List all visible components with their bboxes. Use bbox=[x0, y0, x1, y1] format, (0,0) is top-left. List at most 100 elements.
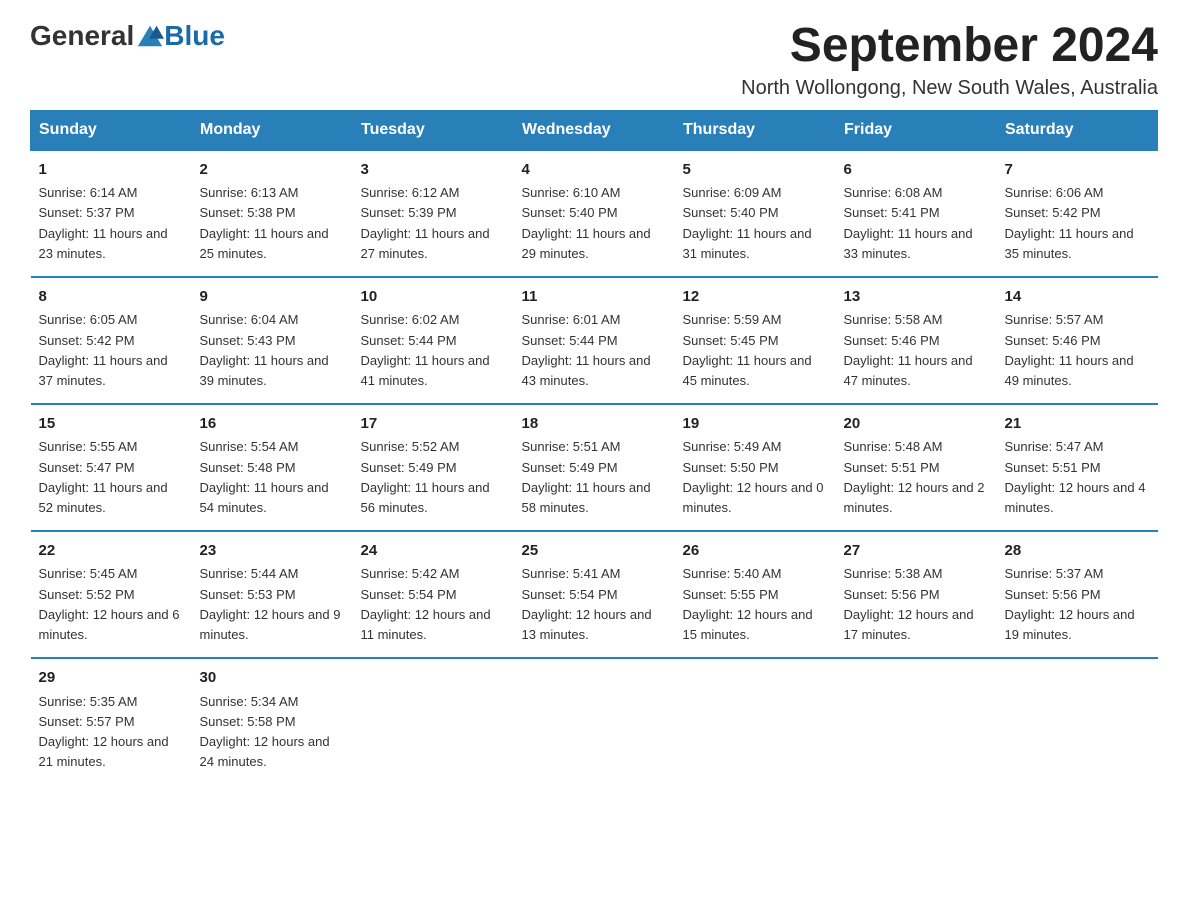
day-info: Sunrise: 5:34 AMSunset: 5:58 PMDaylight:… bbox=[200, 692, 345, 773]
calendar-body: 1Sunrise: 6:14 AMSunset: 5:37 PMDaylight… bbox=[31, 150, 1158, 784]
day-number: 12 bbox=[683, 286, 828, 309]
day-number: 14 bbox=[1005, 286, 1150, 309]
day-number: 10 bbox=[361, 286, 506, 309]
header: General Blue September 2024 North Wollon… bbox=[30, 20, 1158, 100]
day-info: Sunrise: 6:09 AMSunset: 5:40 PMDaylight:… bbox=[683, 183, 828, 264]
day-cell: 28Sunrise: 5:37 AMSunset: 5:56 PMDayligh… bbox=[997, 531, 1158, 658]
day-cell: 29Sunrise: 5:35 AMSunset: 5:57 PMDayligh… bbox=[31, 658, 192, 784]
day-cell: 27Sunrise: 5:38 AMSunset: 5:56 PMDayligh… bbox=[836, 531, 997, 658]
day-cell: 20Sunrise: 5:48 AMSunset: 5:51 PMDayligh… bbox=[836, 404, 997, 531]
day-cell: 12Sunrise: 5:59 AMSunset: 5:45 PMDayligh… bbox=[675, 277, 836, 404]
day-info: Sunrise: 6:13 AMSunset: 5:38 PMDaylight:… bbox=[200, 183, 345, 264]
header-monday: Monday bbox=[192, 110, 353, 150]
week-row-4: 29Sunrise: 5:35 AMSunset: 5:57 PMDayligh… bbox=[31, 658, 1158, 784]
day-info: Sunrise: 5:37 AMSunset: 5:56 PMDaylight:… bbox=[1005, 564, 1150, 645]
day-number: 13 bbox=[844, 286, 989, 309]
day-number: 30 bbox=[200, 667, 345, 690]
day-info: Sunrise: 5:49 AMSunset: 5:50 PMDaylight:… bbox=[683, 437, 828, 518]
day-cell: 2Sunrise: 6:13 AMSunset: 5:38 PMDaylight… bbox=[192, 150, 353, 277]
week-row-2: 15Sunrise: 5:55 AMSunset: 5:47 PMDayligh… bbox=[31, 404, 1158, 531]
header-row: Sunday Monday Tuesday Wednesday Thursday… bbox=[31, 110, 1158, 150]
day-info: Sunrise: 5:51 AMSunset: 5:49 PMDaylight:… bbox=[522, 437, 667, 518]
day-number: 2 bbox=[200, 159, 345, 182]
calendar-header: Sunday Monday Tuesday Wednesday Thursday… bbox=[31, 110, 1158, 150]
day-number: 1 bbox=[39, 159, 184, 182]
day-cell: 10Sunrise: 6:02 AMSunset: 5:44 PMDayligh… bbox=[353, 277, 514, 404]
day-number: 22 bbox=[39, 540, 184, 563]
header-sunday: Sunday bbox=[31, 110, 192, 150]
day-cell: 26Sunrise: 5:40 AMSunset: 5:55 PMDayligh… bbox=[675, 531, 836, 658]
day-cell: 13Sunrise: 5:58 AMSunset: 5:46 PMDayligh… bbox=[836, 277, 997, 404]
day-info: Sunrise: 5:48 AMSunset: 5:51 PMDaylight:… bbox=[844, 437, 989, 518]
day-cell: 16Sunrise: 5:54 AMSunset: 5:48 PMDayligh… bbox=[192, 404, 353, 531]
day-number: 3 bbox=[361, 159, 506, 182]
day-cell: 18Sunrise: 5:51 AMSunset: 5:49 PMDayligh… bbox=[514, 404, 675, 531]
week-row-0: 1Sunrise: 6:14 AMSunset: 5:37 PMDaylight… bbox=[31, 150, 1158, 277]
day-cell: 17Sunrise: 5:52 AMSunset: 5:49 PMDayligh… bbox=[353, 404, 514, 531]
day-info: Sunrise: 5:59 AMSunset: 5:45 PMDaylight:… bbox=[683, 310, 828, 391]
header-wednesday: Wednesday bbox=[514, 110, 675, 150]
day-cell: 7Sunrise: 6:06 AMSunset: 5:42 PMDaylight… bbox=[997, 150, 1158, 277]
subtitle: North Wollongong, New South Wales, Austr… bbox=[741, 77, 1158, 100]
week-row-1: 8Sunrise: 6:05 AMSunset: 5:42 PMDaylight… bbox=[31, 277, 1158, 404]
day-number: 6 bbox=[844, 159, 989, 182]
day-cell: 1Sunrise: 6:14 AMSunset: 5:37 PMDaylight… bbox=[31, 150, 192, 277]
day-number: 28 bbox=[1005, 540, 1150, 563]
day-cell: 6Sunrise: 6:08 AMSunset: 5:41 PMDaylight… bbox=[836, 150, 997, 277]
day-info: Sunrise: 5:35 AMSunset: 5:57 PMDaylight:… bbox=[39, 692, 184, 773]
day-cell: 21Sunrise: 5:47 AMSunset: 5:51 PMDayligh… bbox=[997, 404, 1158, 531]
day-number: 23 bbox=[200, 540, 345, 563]
day-number: 24 bbox=[361, 540, 506, 563]
day-cell: 3Sunrise: 6:12 AMSunset: 5:39 PMDaylight… bbox=[353, 150, 514, 277]
day-info: Sunrise: 6:02 AMSunset: 5:44 PMDaylight:… bbox=[361, 310, 506, 391]
day-info: Sunrise: 6:06 AMSunset: 5:42 PMDaylight:… bbox=[1005, 183, 1150, 264]
day-cell: 30Sunrise: 5:34 AMSunset: 5:58 PMDayligh… bbox=[192, 658, 353, 784]
day-info: Sunrise: 5:38 AMSunset: 5:56 PMDaylight:… bbox=[844, 564, 989, 645]
day-info: Sunrise: 5:54 AMSunset: 5:48 PMDaylight:… bbox=[200, 437, 345, 518]
day-cell bbox=[836, 658, 997, 784]
day-info: Sunrise: 6:14 AMSunset: 5:37 PMDaylight:… bbox=[39, 183, 184, 264]
logo-icon bbox=[136, 22, 164, 50]
day-number: 18 bbox=[522, 413, 667, 436]
day-number: 19 bbox=[683, 413, 828, 436]
calendar-table: Sunday Monday Tuesday Wednesday Thursday… bbox=[30, 110, 1158, 784]
day-cell: 4Sunrise: 6:10 AMSunset: 5:40 PMDaylight… bbox=[514, 150, 675, 277]
day-cell: 22Sunrise: 5:45 AMSunset: 5:52 PMDayligh… bbox=[31, 531, 192, 658]
day-cell: 15Sunrise: 5:55 AMSunset: 5:47 PMDayligh… bbox=[31, 404, 192, 531]
day-cell: 11Sunrise: 6:01 AMSunset: 5:44 PMDayligh… bbox=[514, 277, 675, 404]
header-friday: Friday bbox=[836, 110, 997, 150]
day-info: Sunrise: 6:08 AMSunset: 5:41 PMDaylight:… bbox=[844, 183, 989, 264]
day-number: 27 bbox=[844, 540, 989, 563]
day-cell: 24Sunrise: 5:42 AMSunset: 5:54 PMDayligh… bbox=[353, 531, 514, 658]
day-info: Sunrise: 5:44 AMSunset: 5:53 PMDaylight:… bbox=[200, 564, 345, 645]
day-cell: 25Sunrise: 5:41 AMSunset: 5:54 PMDayligh… bbox=[514, 531, 675, 658]
day-number: 16 bbox=[200, 413, 345, 436]
day-number: 7 bbox=[1005, 159, 1150, 182]
day-info: Sunrise: 5:47 AMSunset: 5:51 PMDaylight:… bbox=[1005, 437, 1150, 518]
day-info: Sunrise: 5:40 AMSunset: 5:55 PMDaylight:… bbox=[683, 564, 828, 645]
day-info: Sunrise: 6:04 AMSunset: 5:43 PMDaylight:… bbox=[200, 310, 345, 391]
day-cell: 9Sunrise: 6:04 AMSunset: 5:43 PMDaylight… bbox=[192, 277, 353, 404]
day-info: Sunrise: 5:58 AMSunset: 5:46 PMDaylight:… bbox=[844, 310, 989, 391]
day-cell: 19Sunrise: 5:49 AMSunset: 5:50 PMDayligh… bbox=[675, 404, 836, 531]
day-number: 8 bbox=[39, 286, 184, 309]
logo: General Blue bbox=[30, 20, 225, 52]
day-info: Sunrise: 5:41 AMSunset: 5:54 PMDaylight:… bbox=[522, 564, 667, 645]
day-info: Sunrise: 6:10 AMSunset: 5:40 PMDaylight:… bbox=[522, 183, 667, 264]
page-title: September 2024 bbox=[741, 20, 1158, 73]
day-cell bbox=[997, 658, 1158, 784]
day-cell: 14Sunrise: 5:57 AMSunset: 5:46 PMDayligh… bbox=[997, 277, 1158, 404]
day-info: Sunrise: 6:01 AMSunset: 5:44 PMDaylight:… bbox=[522, 310, 667, 391]
title-area: September 2024 North Wollongong, New Sou… bbox=[741, 20, 1158, 100]
week-row-3: 22Sunrise: 5:45 AMSunset: 5:52 PMDayligh… bbox=[31, 531, 1158, 658]
header-tuesday: Tuesday bbox=[353, 110, 514, 150]
day-info: Sunrise: 5:42 AMSunset: 5:54 PMDaylight:… bbox=[361, 564, 506, 645]
logo-general: General bbox=[30, 20, 134, 52]
day-number: 21 bbox=[1005, 413, 1150, 436]
day-number: 17 bbox=[361, 413, 506, 436]
header-thursday: Thursday bbox=[675, 110, 836, 150]
day-cell bbox=[514, 658, 675, 784]
day-cell: 23Sunrise: 5:44 AMSunset: 5:53 PMDayligh… bbox=[192, 531, 353, 658]
day-number: 5 bbox=[683, 159, 828, 182]
day-info: Sunrise: 6:12 AMSunset: 5:39 PMDaylight:… bbox=[361, 183, 506, 264]
